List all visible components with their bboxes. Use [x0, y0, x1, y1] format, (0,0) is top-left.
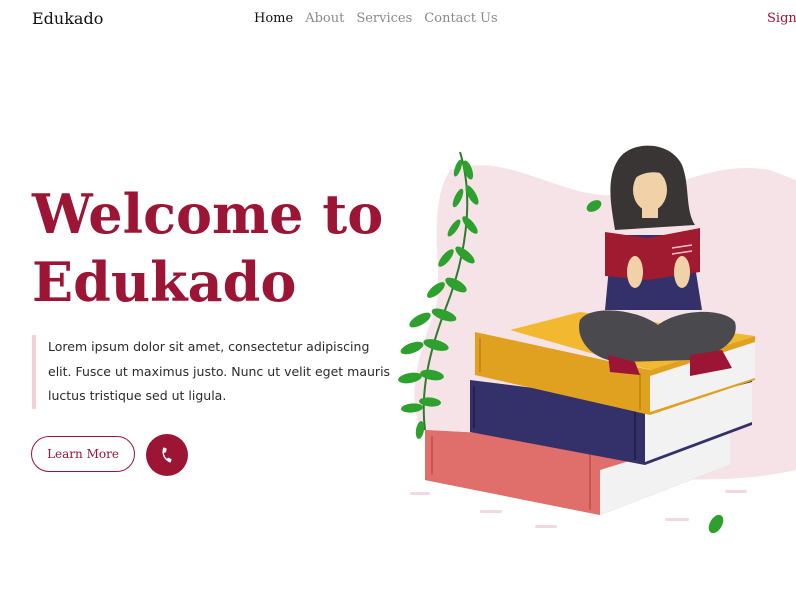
hero-title-line-2: Edukado: [32, 250, 297, 314]
learn-more-button[interactable]: Learn More: [31, 436, 135, 472]
brand-logo[interactable]: Edukado: [32, 9, 103, 28]
nav-link-services[interactable]: Services: [356, 11, 412, 26]
nav-link-home[interactable]: Home: [254, 11, 293, 26]
main-menu: Home About Services Contact Us: [254, 11, 498, 26]
hero-description: Lorem ipsum dolor sit amet, consectetur …: [32, 335, 393, 409]
call-button[interactable]: [146, 434, 188, 476]
hero-title: Welcome to Edukado: [32, 180, 392, 316]
nav-link-contact[interactable]: Contact Us: [424, 11, 497, 26]
phone-icon: [162, 447, 172, 463]
hero-title-line-1: Welcome to: [32, 182, 384, 246]
sign-in-link[interactable]: Sign In: [767, 11, 796, 26]
hero-illustration: [398, 145, 796, 534]
floating-leaf-bottom: [708, 514, 724, 534]
top-navbar: Edukado Home About Services Contact Us S…: [0, 0, 796, 38]
nav-link-about[interactable]: About: [305, 11, 344, 26]
